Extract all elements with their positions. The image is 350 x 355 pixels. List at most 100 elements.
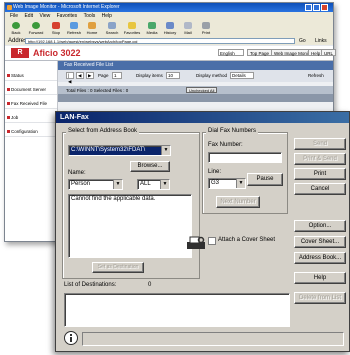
bullet-icon: [7, 130, 10, 133]
url-link[interactable]: URL: [321, 49, 337, 56]
refresh-icon: [70, 22, 78, 29]
toolbar-back-button[interactable]: Back: [9, 22, 23, 35]
minimize-icon[interactable]: [305, 4, 312, 11]
name-type-select[interactable]: Person ▼: [68, 179, 123, 190]
nav-item-status[interactable]: Status: [5, 71, 57, 81]
refresh-link[interactable]: Refresh: [308, 73, 324, 78]
browser-menu-bar: File Edit View Favorites Tools Help: [5, 12, 333, 20]
toolbar-refresh-button[interactable]: Refresh: [67, 22, 81, 35]
delete-from-list-button[interactable]: Delete from List: [294, 292, 346, 304]
display-method-label: Display method: [196, 73, 228, 78]
star-icon: [128, 22, 136, 29]
toolbar-home-button[interactable]: Home: [85, 22, 99, 35]
destinations-list[interactable]: [64, 293, 290, 327]
fax-machine-icon: [187, 236, 205, 249]
menu-file[interactable]: File: [10, 13, 18, 19]
address-book-group-label: Select from Address Book: [66, 128, 140, 135]
option-button[interactable]: Option...: [294, 220, 346, 232]
browse-button[interactable]: Browse...: [130, 161, 170, 172]
search-icon: [108, 22, 116, 29]
toolbar-favorites-button[interactable]: Favorites: [124, 22, 140, 35]
address-path-select[interactable]: C:\WINNT\System32\FDAT\ ▼: [68, 145, 171, 156]
lan-fax-dialog: LAN-Fax Select from Address Book C:\WINN…: [55, 111, 350, 352]
toolbar-forward-button[interactable]: Forward: [29, 22, 43, 35]
destinations-label: List of Destinations:: [64, 282, 117, 288]
back-arrow-icon: [12, 22, 20, 29]
chevron-down-icon: ▼: [161, 146, 170, 155]
dialog-title: LAN-Fax: [60, 114, 89, 121]
chevron-down-icon: ▼: [113, 180, 122, 189]
help-button[interactable]: Help: [294, 272, 346, 284]
print-and-send-button[interactable]: Print & Send: [294, 153, 346, 165]
name-filter-select[interactable]: ALL ▼: [137, 179, 170, 190]
send-button[interactable]: Send: [294, 138, 346, 150]
set-destination-button[interactable]: Set as Destination: [92, 262, 144, 273]
product-name: Aficio 3022: [33, 48, 81, 58]
next-number-button[interactable]: Next Number: [216, 196, 260, 208]
cancel-button[interactable]: Cancel: [294, 183, 346, 195]
close-icon[interactable]: [321, 4, 328, 11]
attach-cover-label: Attach a Cover Sheet: [218, 237, 276, 243]
toolbar-media-button[interactable]: Media: [145, 22, 159, 35]
destinations-count: 0: [148, 282, 152, 288]
nav-item-document-server[interactable]: Document Server: [5, 85, 57, 95]
unchecked-all-button[interactable]: Unchecked All: [186, 87, 218, 93]
side-nav: Status Document Server Fax Received File…: [5, 61, 58, 241]
nav-item-configuration[interactable]: Configuration: [5, 127, 57, 137]
cover-sheet-button[interactable]: Cover Sheet...: [294, 236, 346, 248]
menu-edit[interactable]: Edit: [24, 13, 33, 19]
menu-view[interactable]: View: [39, 13, 50, 19]
menu-favorites[interactable]: Favorites: [57, 13, 78, 19]
links-button[interactable]: Links: [315, 37, 327, 45]
display-items-select[interactable]: 10: [166, 72, 180, 79]
top-page-link[interactable]: Top Page: [247, 49, 273, 56]
nav-item-job[interactable]: Job: [5, 113, 57, 123]
chevron-down-icon: ▼: [236, 179, 245, 188]
pane-title: Fax Received File List: [58, 61, 333, 70]
first-page-button[interactable]: |◀: [66, 72, 74, 84]
name-label: Name:: [68, 170, 86, 176]
pane-controls: |◀ ◀ ▶ Page 1 Display items 10 Display m…: [58, 70, 333, 84]
prev-page-button[interactable]: ◀: [76, 72, 84, 79]
bullet-icon: [7, 88, 10, 91]
page-input[interactable]: 1: [112, 72, 122, 79]
address-book-button[interactable]: Address Book...: [294, 252, 346, 264]
table-column-header: [58, 94, 333, 102]
display-method-select[interactable]: Details: [230, 72, 254, 79]
print-button[interactable]: Print: [294, 168, 346, 180]
app-header: R Aficio 3022 English Top Page Web Image…: [5, 46, 337, 61]
line-label: Line:: [208, 169, 222, 175]
bullet-icon: [7, 102, 10, 105]
toolbar-history-button[interactable]: History: [163, 22, 177, 35]
language-select[interactable]: English: [218, 49, 244, 56]
display-items-label: Display items: [136, 73, 163, 78]
line-select[interactable]: G3 ▼: [208, 178, 246, 189]
table-summary: Total Files : 0 Selected Files : 0: [66, 88, 129, 93]
toolbar-mail-button[interactable]: Mail: [181, 22, 195, 35]
page-label: Page: [98, 73, 109, 78]
address-input[interactable]: http://192.168.1.1/web/guest/en/websys/w…: [25, 38, 295, 44]
toolbar-search-button[interactable]: Search: [105, 22, 119, 35]
menu-tools[interactable]: Tools: [84, 13, 96, 19]
bullet-icon: [7, 116, 10, 119]
info-icon: [64, 331, 78, 345]
fax-number-input[interactable]: [208, 152, 282, 163]
stop-icon: [52, 22, 60, 29]
dialog-title-bar: LAN-Fax: [56, 112, 349, 123]
media-icon: [148, 22, 156, 29]
pause-button[interactable]: Pause: [247, 173, 283, 186]
menu-help[interactable]: Help: [102, 13, 112, 19]
toolbar-stop-button[interactable]: Stop: [49, 22, 63, 35]
maximize-icon[interactable]: [313, 4, 320, 11]
attach-cover-checkbox[interactable]: [208, 237, 216, 245]
history-icon: [166, 22, 174, 29]
nav-item-fax-received-file[interactable]: Fax Received File: [5, 99, 57, 109]
address-book-list[interactable]: Cannot find the applicable data.: [68, 194, 192, 258]
dial-fax-group-label: Dial Fax Numbers: [206, 128, 259, 135]
browser-toolbar: Back Forward Stop Refresh Home Search Fa…: [5, 20, 333, 38]
toolbar-print-button[interactable]: Print: [199, 22, 213, 35]
go-button[interactable]: Go: [299, 37, 306, 45]
ie-icon: [7, 5, 12, 10]
browser-title-bar: Web Image Monitor - Microsoft Internet E…: [5, 3, 333, 12]
next-page-button[interactable]: ▶: [86, 72, 94, 79]
